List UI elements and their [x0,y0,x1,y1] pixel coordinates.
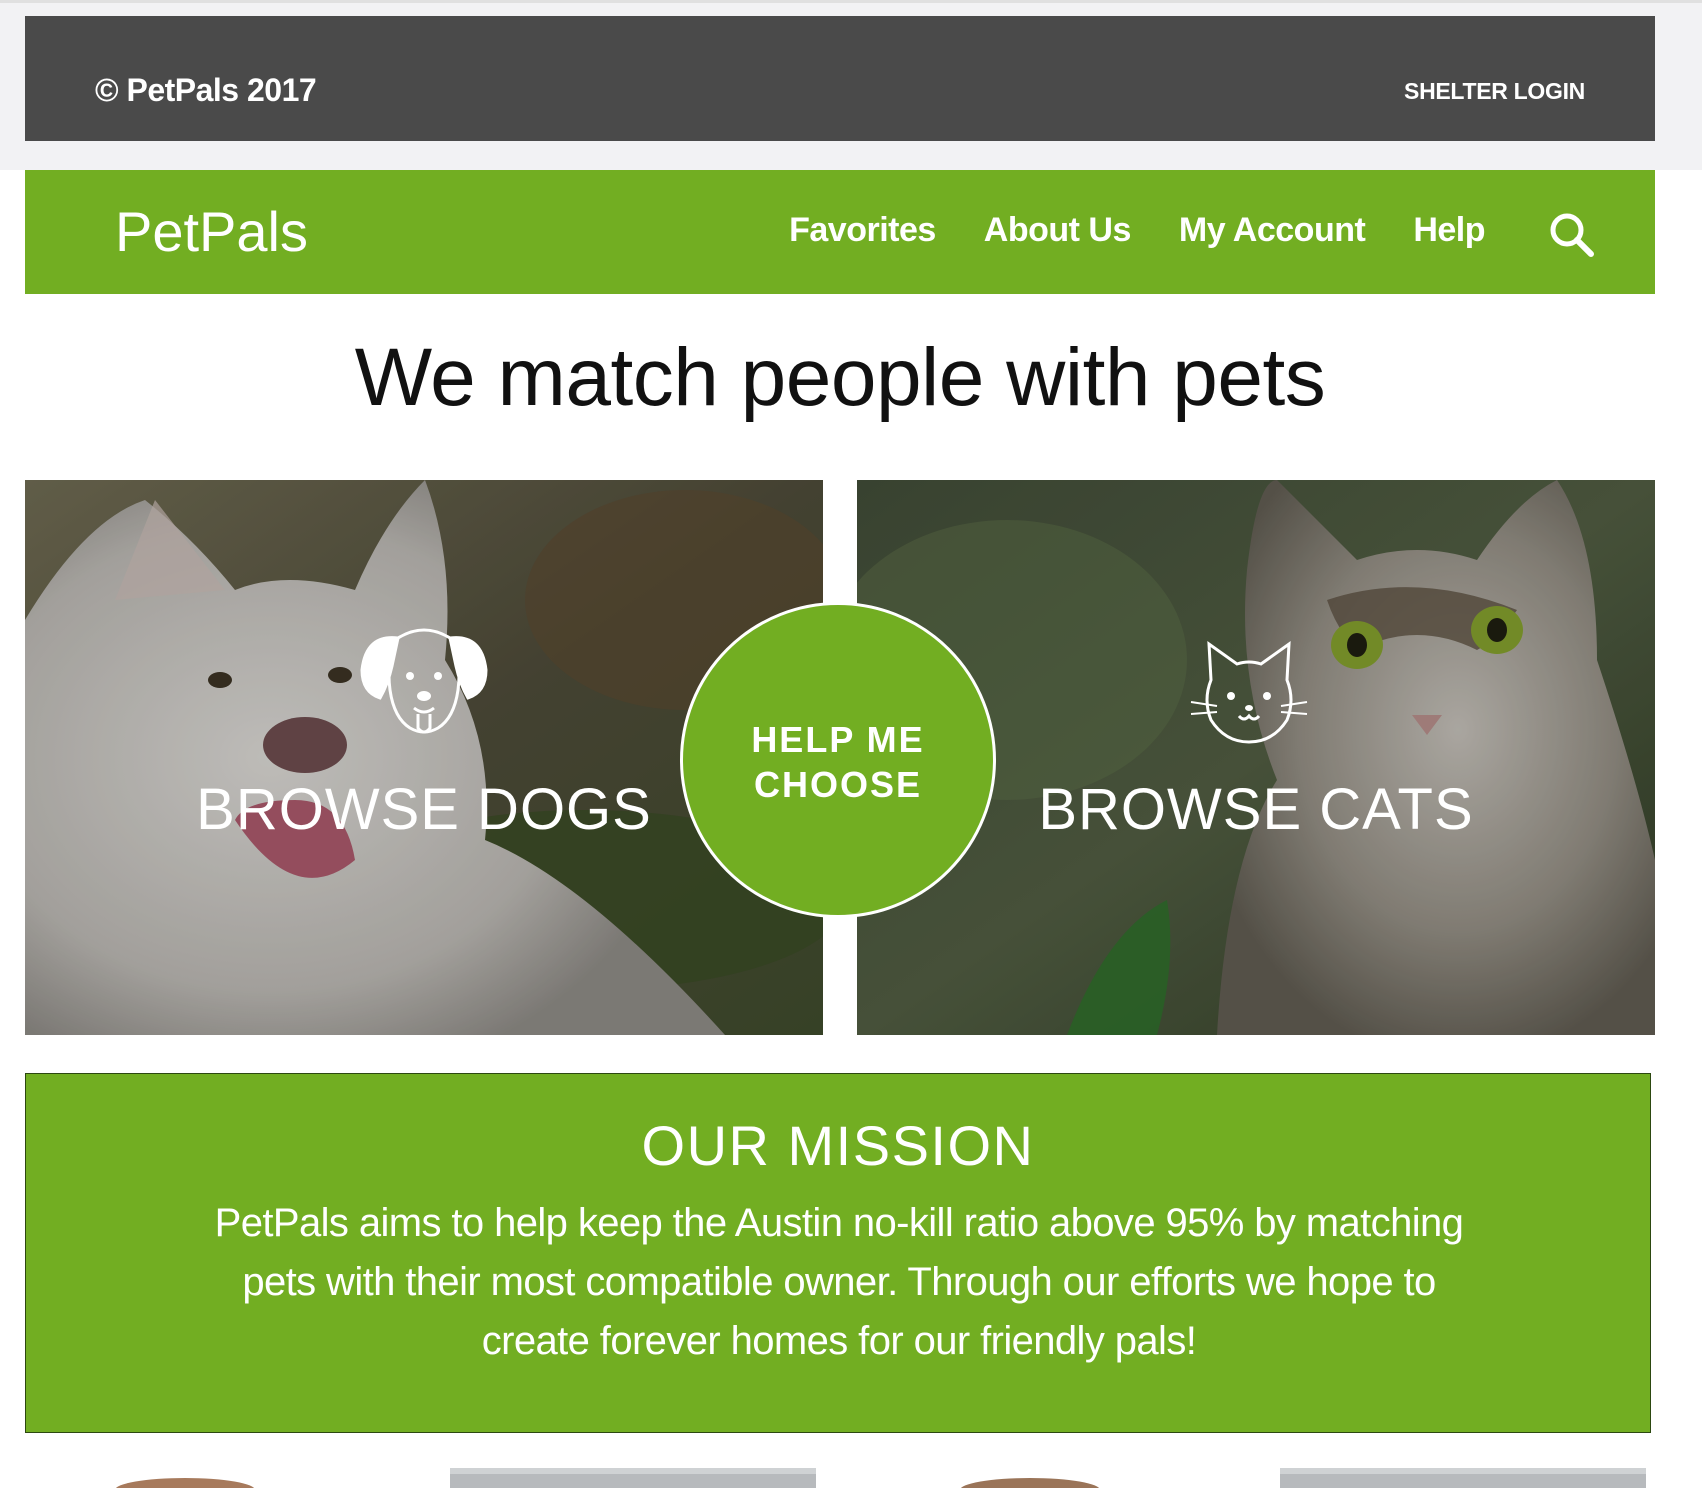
hero-title: We match people with pets [354,332,1326,423]
search-icon[interactable] [1547,210,1595,258]
help-me-choose-button[interactable]: HELP ME CHOOSE [680,602,996,918]
shelter-login-link[interactable]: SHELTER LOGIN [1404,78,1585,105]
page: © PetPals 2017 SHELTER LOGIN PetPals Fav… [0,0,1702,1488]
pet-thumbnail[interactable] [960,1468,1100,1488]
pet-thumbnail[interactable] [115,1468,255,1488]
main-nav: PetPals Favorites About Us My Account He… [25,170,1655,294]
pet-thumbnail[interactable] [450,1468,816,1488]
mission-section: OUR MISSION PetPals aims to help keep th… [25,1073,1651,1433]
copyright-text: © PetPals 2017 [95,72,317,108]
mission-title: OUR MISSION [641,1114,1035,1177]
site-logo[interactable]: PetPals [115,200,308,264]
pet-thumbnail[interactable] [1280,1468,1646,1488]
nav-link-favorites[interactable]: Favorites [789,210,936,250]
cat-face-icon [1190,640,1308,744]
mission-text: PetPals aims to help keep the Austin no-… [214,1201,1464,1363]
nav-links: Favorites About Us My Account Help [789,210,1485,250]
help-me-choose-line2: CHOOSE [753,764,923,805]
nav-link-about-us[interactable]: About Us [984,210,1132,250]
top-bar: © PetPals 2017 SHELTER LOGIN [25,16,1655,141]
dog-face-icon [360,628,488,734]
nav-link-help[interactable]: Help [1413,210,1485,250]
help-me-choose-line1: HELP ME [751,719,925,760]
nav-link-my-account[interactable]: My Account [1179,210,1366,250]
